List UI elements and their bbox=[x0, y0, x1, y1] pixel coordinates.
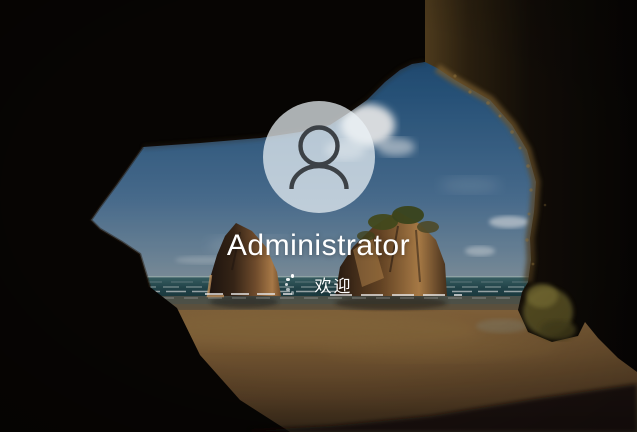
spinning-dots-loader-icon bbox=[285, 274, 307, 296]
welcome-text: 欢迎 bbox=[315, 272, 353, 297]
user-name: Administrator bbox=[227, 229, 410, 263]
user-avatar[interactable] bbox=[263, 101, 375, 213]
person-outline-icon bbox=[263, 101, 375, 213]
welcome-status: 欢迎 bbox=[285, 272, 353, 297]
user-tile[interactable]: Administrator 欢迎 bbox=[0, 101, 637, 297]
welcome-screen: Administrator 欢迎 bbox=[0, 0, 637, 432]
